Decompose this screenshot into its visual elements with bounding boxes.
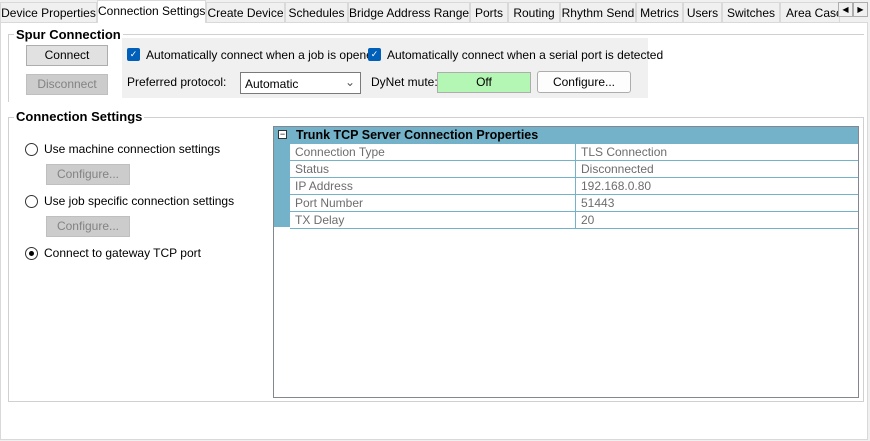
connect-button[interactable]: Connect: [26, 45, 108, 66]
mute-configure-button[interactable]: Configure...: [537, 71, 631, 93]
tab-connection-settings[interactable]: Connection Settings: [97, 0, 206, 23]
grid-property-value: Disconnected: [575, 161, 654, 177]
grid-header-title: Trunk TCP Server Connection Properties: [296, 128, 539, 142]
radio-job[interactable]: [25, 195, 38, 208]
protocol-label: Preferred protocol:: [127, 75, 227, 89]
grid-property-value: TLS Connection: [575, 144, 667, 160]
grid-property-name: Connection Type: [295, 145, 385, 159]
grid-property-value: 192.168.0.80: [575, 178, 651, 194]
machine-configure-button[interactable]: Configure...: [46, 164, 130, 185]
grid-row[interactable]: Connection Type TLS Connection: [290, 144, 858, 161]
grid-property-value: 51443: [575, 195, 614, 211]
grid-property-value: 20: [575, 212, 594, 228]
tab-scroll-left-button[interactable]: ◀: [838, 2, 853, 17]
grid-property-name: TX Delay: [295, 213, 345, 227]
connection-title: Connection Settings: [14, 109, 145, 124]
auto-serial-checkbox[interactable]: ✓: [368, 48, 381, 61]
radio-job-label: Use job specific connection settings: [44, 194, 235, 208]
grid-category-header[interactable]: − Trunk TCP Server Connection Properties: [274, 127, 858, 144]
tab-scroll-right-button[interactable]: ▶: [853, 2, 868, 17]
tab-metrics[interactable]: Metrics: [636, 2, 683, 22]
tab-users[interactable]: Users: [683, 2, 722, 22]
radio-machine[interactable]: [25, 143, 38, 156]
tab-switches[interactable]: Switches: [722, 2, 780, 22]
radio-machine-label: Use machine connection settings: [44, 142, 221, 156]
grid-row[interactable]: Status Disconnected: [290, 161, 858, 178]
auto-job-checkbox[interactable]: ✓: [127, 48, 140, 61]
radio-gateway-label: Connect to gateway TCP port: [44, 246, 201, 260]
tab-routing[interactable]: Routing: [508, 2, 560, 22]
grid-row[interactable]: IP Address 192.168.0.80: [290, 178, 858, 195]
grid-row[interactable]: Port Number 51443: [290, 195, 858, 212]
job-configure-button[interactable]: Configure...: [46, 216, 130, 237]
tab-schedules[interactable]: Schedules: [285, 2, 348, 22]
grid-property-name: Port Number: [295, 196, 364, 210]
chevron-down-icon: ⌄: [344, 75, 355, 89]
mute-toggle[interactable]: Off: [437, 72, 531, 93]
tab-area-cascade[interactable]: Area Cascade: [780, 2, 840, 22]
property-grid: − Trunk TCP Server Connection Properties…: [273, 126, 859, 398]
tab-device-properties[interactable]: Device Properties: [0, 2, 97, 22]
grid-row[interactable]: TX Delay 20: [290, 212, 858, 229]
grid-property-name: Status: [295, 162, 330, 176]
protocol-value: Automatic: [245, 77, 299, 91]
auto-job-label: Automatically connect when a job is open…: [146, 48, 380, 62]
mute-label: DyNet mute:: [371, 75, 438, 89]
collapse-icon[interactable]: −: [278, 130, 287, 139]
grid-property-name: IP Address: [295, 179, 353, 193]
radio-gateway[interactable]: [25, 247, 38, 260]
auto-serial-label: Automatically connect when a serial port…: [387, 48, 664, 62]
protocol-select[interactable]: Automatic ⌄: [240, 72, 361, 94]
spur-title: Spur Connection: [14, 27, 123, 42]
tab-create-device[interactable]: Create Device: [206, 2, 285, 22]
disconnect-button[interactable]: Disconnect: [26, 74, 108, 95]
tab-ports[interactable]: Ports: [470, 2, 508, 22]
tab-bridge-address-ranges[interactable]: Bridge Address Ranges: [348, 2, 470, 22]
tab-rhythm-send[interactable]: Rhythm Send: [560, 2, 636, 22]
